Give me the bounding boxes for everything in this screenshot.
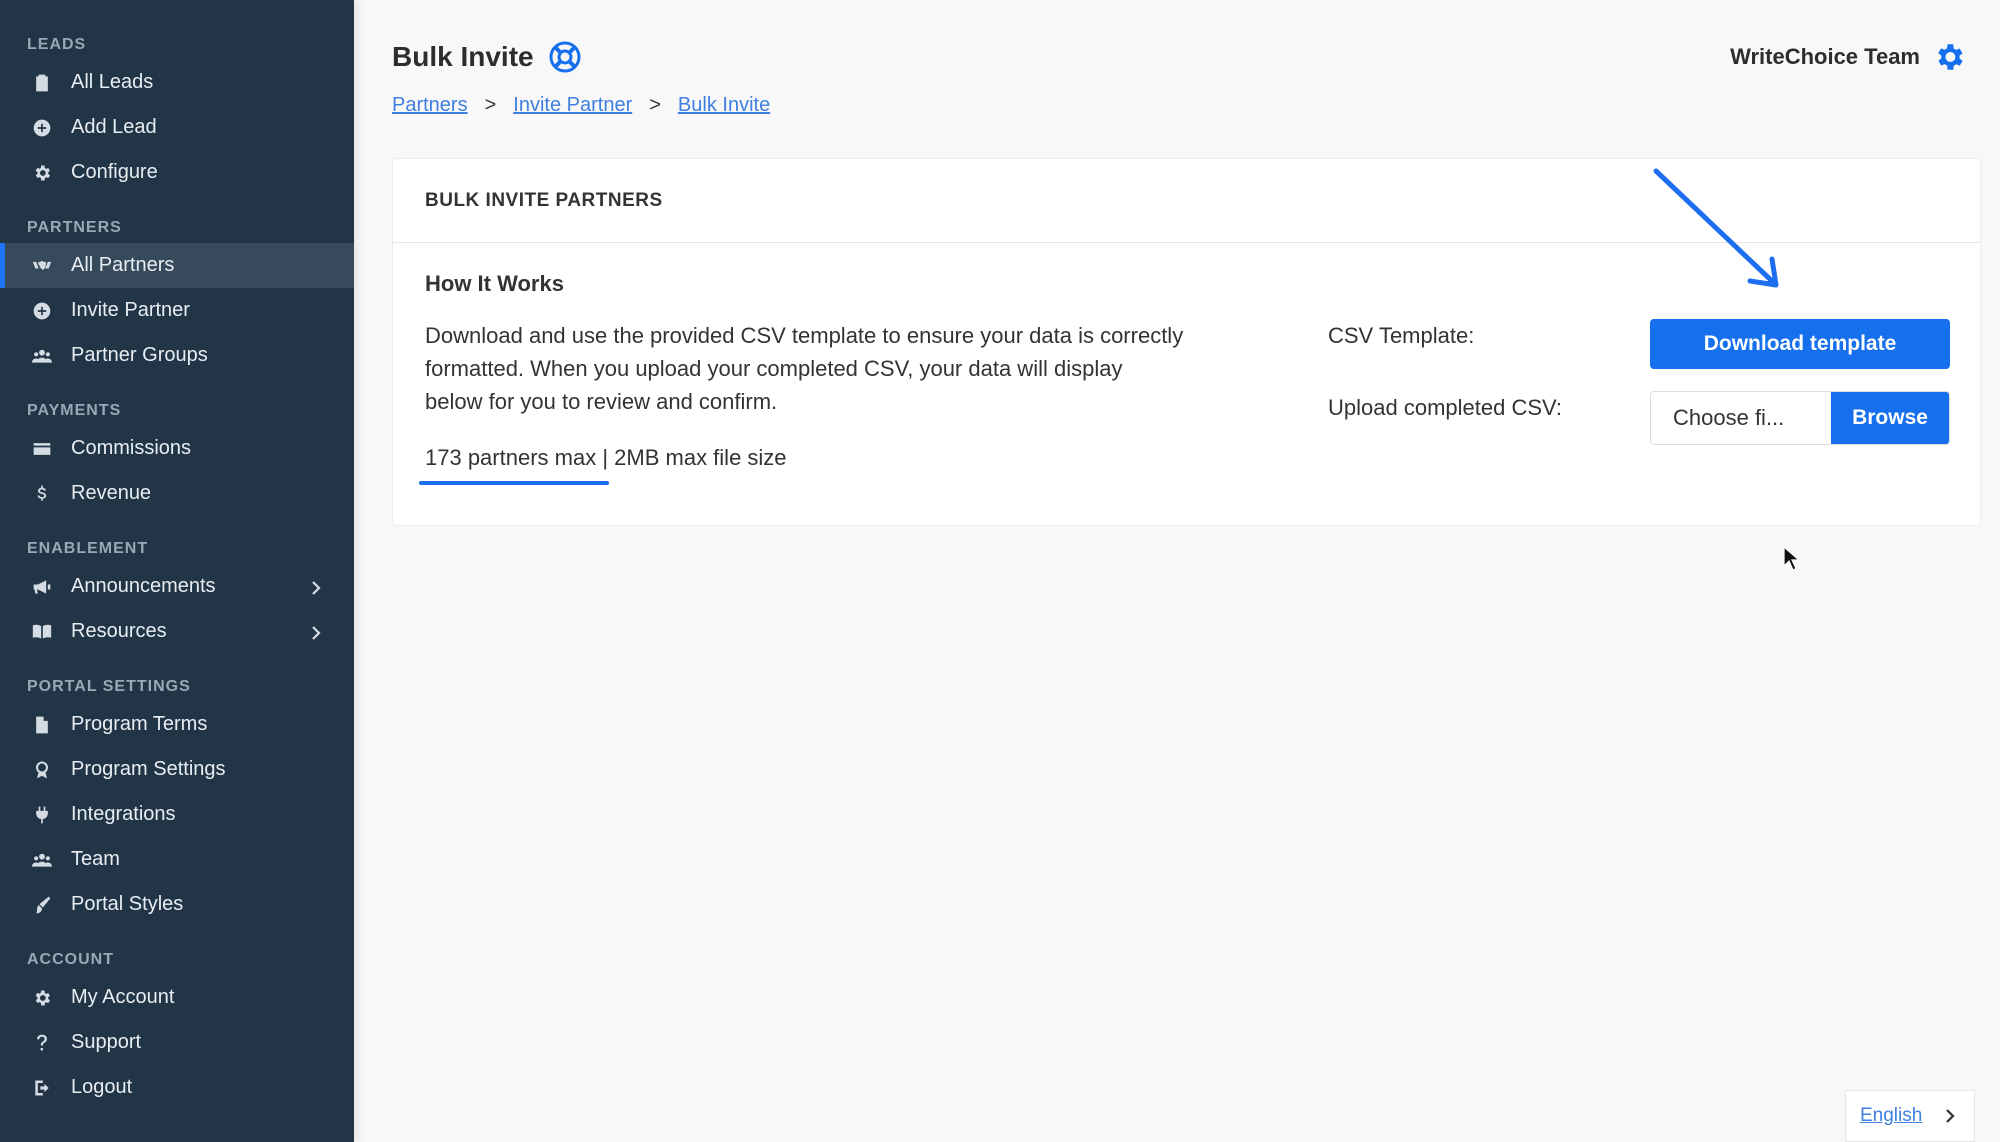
sidebar-item-portal-styles[interactable]: Portal Styles [0,882,354,927]
plus-circle-icon [31,300,53,322]
sidebar-item-announcements[interactable]: Announcements [0,564,354,609]
brush-icon [31,894,53,916]
award-icon [31,759,53,781]
users-icon [31,345,53,367]
how-it-works-heading: How It Works [425,271,564,296]
sidebar-item-label: All Partners [71,254,175,276]
sidebar-item-team[interactable]: Team [0,837,354,882]
book-icon [31,621,53,643]
sidebar-item-invite-partner[interactable]: Invite Partner [0,288,354,333]
how-it-works-description: Download and use the provided CSV templa… [425,323,1184,414]
language-selector[interactable]: English [1845,1090,1975,1142]
sidebar-section-header: ACCOUNT [27,951,114,968]
sidebar-item-label: Invite Partner [71,299,190,321]
plug-icon [31,804,53,826]
sidebar-item-label: Revenue [71,482,152,504]
file-input-placeholder[interactable]: Choose fi... [1651,392,1831,444]
logout-icon [31,1077,53,1099]
sidebar-item-my-account[interactable]: My Account [0,975,354,1020]
sidebar-item-all-leads[interactable]: All Leads [0,60,354,105]
sidebar-item-label: My Account [71,986,175,1008]
sidebar: LEADS All Leads Add Lead Configure PARTNERS A… [0,0,354,1142]
sidebar-item-all-partners[interactable]: All Partners [0,243,354,288]
sidebar-item-label: Partner Groups [71,344,208,366]
annotation-arrow-icon [1653,168,1779,288]
sidebar-item-revenue[interactable]: Revenue [0,471,354,516]
question-icon [31,1032,53,1054]
sidebar-item-support[interactable]: Support [0,1020,354,1065]
language-link[interactable]: English [1860,1105,1942,1127]
sidebar-item-label: Team [71,848,120,870]
sidebar-item-label: Add Lead [71,116,157,138]
csv-file-input[interactable]: Choose fi... Browse [1650,391,1950,445]
upload-csv-label: Upload completed CSV: [1328,395,1562,420]
team-settings-gear-icon[interactable] [1932,40,1966,74]
mouse-cursor-icon [1783,546,1801,571]
sidebar-item-label: Program Terms [71,713,208,735]
breadcrumb: Partners > Invite Partner > Bulk Invite [392,94,770,117]
sidebar-item-label: Configure [71,161,158,183]
megaphone-icon [31,576,53,598]
breadcrumb-separator: > [649,94,661,116]
gear-icon [31,987,53,1009]
chevron-right-icon[interactable] [308,624,324,640]
sidebar-item-label: Integrations [71,803,176,825]
sidebar-section-header: LEADS [27,36,87,53]
download-template-button[interactable]: Download template [1650,319,1950,369]
sidebar-item-add-lead[interactable]: Add Lead [0,105,354,150]
clipboard-icon [31,72,53,94]
breadcrumb-separator: > [484,94,497,116]
chevron-right-icon [1946,1109,1955,1123]
page-title: Bulk Invite [392,40,582,74]
sidebar-section-header: PORTAL SETTINGS [27,678,191,695]
file-icon [31,714,53,736]
team-area: WriteChoice Team [1730,40,1966,74]
breadcrumb-bulk-invite[interactable]: Bulk Invite [678,94,770,117]
sidebar-section-header: PAYMENTS [27,402,122,419]
sidebar-item-configure[interactable]: Configure [0,150,354,195]
csv-template-label: CSV Template: [1328,323,1475,348]
upload-limits: 173 partners max | 2MB max file size [425,445,787,471]
lifebuoy-help-icon[interactable] [548,40,582,74]
sidebar-item-label: Logout [71,1076,133,1098]
sidebar-section-header: ENABLEMENT [27,540,149,557]
sidebar-item-commissions[interactable]: Commissions [0,426,354,471]
file-size-max-text: 2MB max file size [614,445,787,470]
team-name: WriteChoice Team [1730,44,1920,69]
sidebar-section-header: PARTNERS [27,219,122,236]
sidebar-item-label: Announcements [71,575,216,597]
handshake-icon [31,255,53,277]
dollar-icon [31,483,53,505]
limits-separator: | [596,445,615,470]
credit-card-icon [31,438,53,460]
breadcrumb-invite-partner[interactable]: Invite Partner [513,94,632,117]
sidebar-item-label: Program Settings [71,758,226,780]
sidebar-item-program-settings[interactable]: Program Settings [0,747,354,792]
sidebar-item-logout[interactable]: Logout [0,1065,354,1110]
users-icon [31,849,53,871]
page-title-text: Bulk Invite [392,41,534,72]
partners-max-text: 173 partners max [425,445,597,470]
annotation-underline [419,481,609,485]
sidebar-item-label: Resources [71,620,167,642]
sidebar-item-resources[interactable]: Resources [0,609,354,654]
sidebar-item-label: Commissions [71,437,192,459]
sidebar-item-label: Support [71,1031,142,1053]
browse-button[interactable]: Browse [1831,392,1949,444]
sidebar-item-label: All Leads [71,71,154,93]
plus-circle-icon [31,117,53,139]
sidebar-item-label: Portal Styles [71,893,184,915]
sidebar-item-integrations[interactable]: Integrations [0,792,354,837]
sidebar-item-partner-groups[interactable]: Partner Groups [0,333,354,378]
breadcrumb-partners[interactable]: Partners [392,94,468,117]
sidebar-item-program-terms[interactable]: Program Terms [0,702,354,747]
gear-icon [31,162,53,184]
chevron-right-icon[interactable] [308,579,324,595]
